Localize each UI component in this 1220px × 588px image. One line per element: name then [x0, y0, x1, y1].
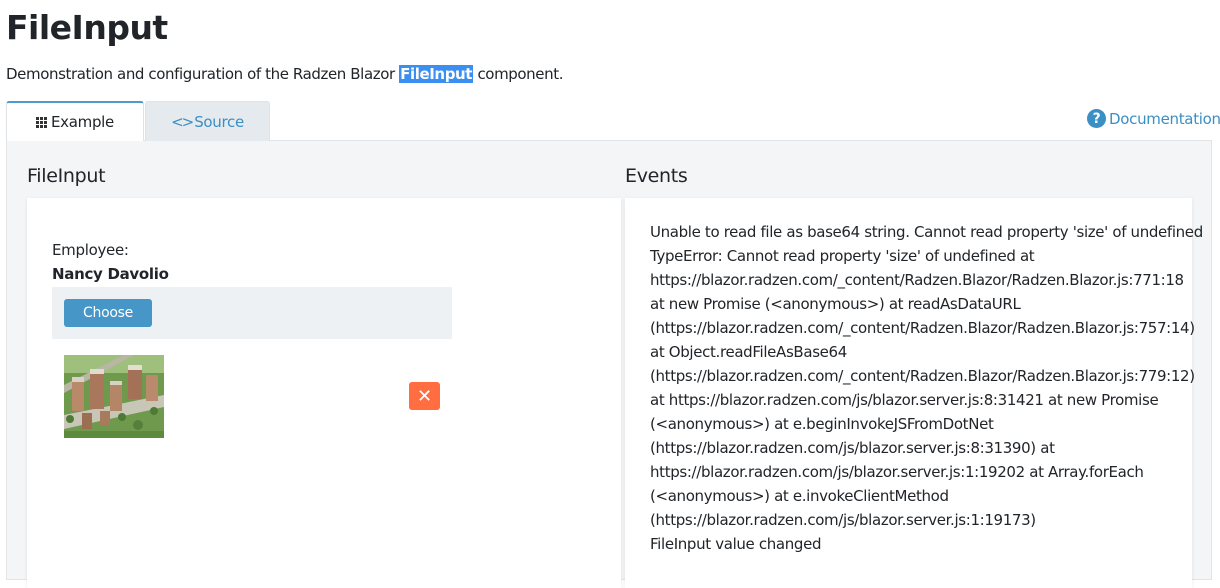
tab-example-label: Example	[51, 113, 114, 131]
event-line: (<anonymous>) at e.invokeClientMethod	[650, 487, 949, 505]
event-line: TypeError: Cannot read property 'size' o…	[650, 247, 1035, 265]
event-line: https://blazor.radzen.com/_content/Radze…	[650, 271, 1184, 289]
event-line: (https://blazor.radzen.com/js/blazor.ser…	[650, 511, 1036, 529]
code-icon: <>	[171, 112, 194, 131]
page-title: FileInput	[6, 8, 168, 47]
event-line: at https://blazor.radzen.com/js/blazor.s…	[650, 391, 1159, 409]
employee-label: Employee:	[52, 241, 129, 259]
page-subtitle: Demonstration and configuration of the R…	[6, 63, 563, 85]
tab-source-label: Source	[194, 112, 244, 131]
event-line: (https://blazor.radzen.com/_content/Radz…	[650, 367, 1195, 385]
remove-file-button[interactable]: ✕	[409, 382, 440, 410]
grid-icon	[36, 116, 47, 128]
employee-name: Nancy Davolio	[52, 265, 169, 283]
event-line: (https://blazor.radzen.com/_content/Radz…	[650, 319, 1195, 337]
events-log: Unable to read file as base64 string. Ca…	[650, 220, 1203, 556]
choose-button[interactable]: Choose	[64, 299, 152, 327]
subtitle-text-end: component.	[473, 65, 564, 83]
events-section-title: Events	[625, 165, 688, 187]
event-line: (<anonymous>) at e.beginInvokeJSFromDotN…	[650, 415, 994, 433]
tab-source[interactable]: <> Source	[145, 101, 270, 141]
event-line: FileInput value changed	[650, 535, 822, 553]
help-icon: ?	[1087, 109, 1106, 128]
event-line: https://blazor.radzen.com/js/blazor.serv…	[650, 463, 1144, 481]
close-icon: ✕	[416, 385, 433, 407]
event-line: (https://blazor.radzen.com/js/blazor.ser…	[650, 439, 1055, 457]
documentation-label: Documentation	[1109, 109, 1220, 128]
file-preview-image	[64, 355, 164, 438]
documentation-link[interactable]: ? Documentation	[1087, 109, 1220, 128]
event-line: at new Promise (<anonymous>) at readAsDa…	[650, 295, 1021, 313]
fileinput-section-title: FileInput	[27, 165, 106, 187]
subtitle-highlight: FileInput	[399, 65, 474, 83]
event-line: at Object.readFileAsBase64	[650, 343, 847, 361]
subtitle-text: Demonstration and configuration of the R…	[6, 65, 400, 83]
tab-example[interactable]: Example	[6, 101, 144, 141]
event-line: Unable to read file as base64 string. Ca…	[650, 223, 1203, 241]
